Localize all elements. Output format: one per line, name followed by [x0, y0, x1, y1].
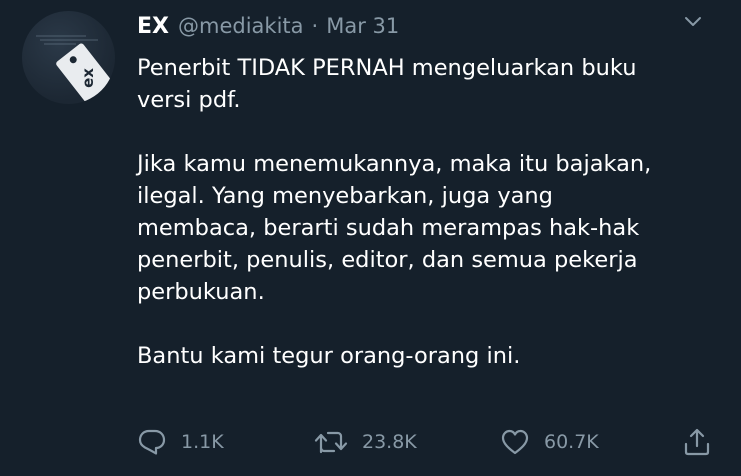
like-count: 60.7K	[544, 431, 599, 453]
reply-icon	[138, 429, 166, 455]
retweet-button[interactable]: 23.8K	[314, 426, 417, 458]
logo-text: ex	[79, 68, 98, 88]
user-handle[interactable]: @mediakita	[178, 14, 304, 38]
avatar[interactable]: ex	[22, 11, 115, 104]
display-name[interactable]: EX	[137, 14, 169, 39]
tweet-paragraph-3: Bantu kami tegur orang-orang ini.	[137, 343, 521, 369]
avatar-scribble	[36, 35, 98, 45]
tweet-date[interactable]: Mar 31	[326, 14, 399, 38]
chevron-down-icon[interactable]	[683, 15, 703, 29]
header-separator: ·	[311, 14, 319, 38]
tweet-paragraph-1: Penerbit TIDAK PERNAH mengeluarkan buku …	[137, 55, 637, 113]
like-button[interactable]: 60.7K	[500, 426, 599, 458]
reply-count: 1.1K	[181, 431, 224, 453]
action-bar: 1.1K 23.8K 60.7K	[0, 426, 741, 458]
retweet-count: 23.8K	[362, 431, 417, 453]
reply-button[interactable]: 1.1K	[137, 426, 224, 458]
tweet-text: Penerbit TIDAK PERNAH mengeluarkan buku …	[137, 52, 727, 372]
tweet: ex EX @mediakita · Mar 31 Penerbit TIDAK…	[0, 0, 741, 476]
share-icon	[684, 428, 710, 456]
heart-icon	[501, 429, 529, 455]
share-button[interactable]	[682, 426, 712, 458]
retweet-icon	[314, 431, 348, 454]
tweet-paragraph-2: Jika kamu menemukannya, maka itu bajakan…	[137, 151, 652, 305]
price-tag-logo: ex	[54, 42, 115, 104]
tweet-header: EX @mediakita · Mar 31	[137, 14, 399, 44]
